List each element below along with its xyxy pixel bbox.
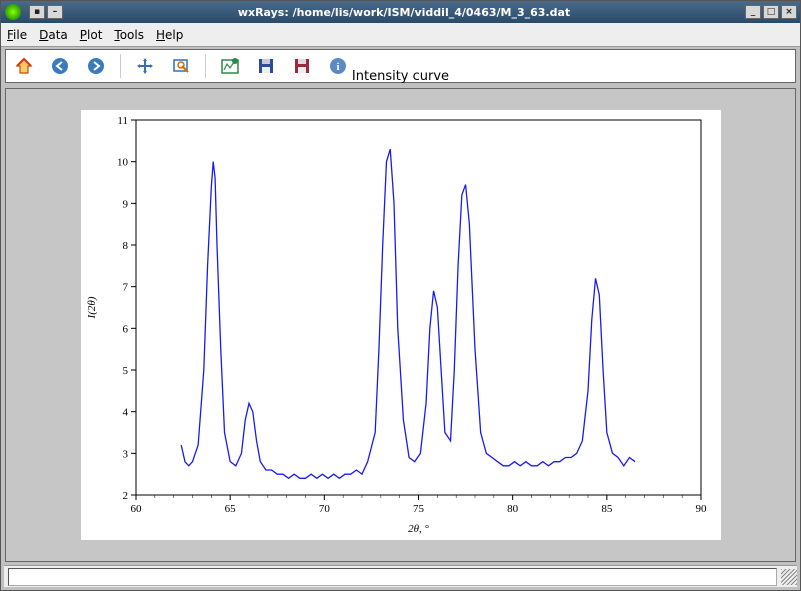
svg-text:4: 4 bbox=[122, 407, 128, 419]
svg-text:60: 60 bbox=[130, 503, 142, 515]
titlebar: ▪ – wxRays: /home/lis/work/ISM/viddil_4/… bbox=[1, 1, 800, 23]
menu-help[interactable]: Help bbox=[156, 28, 183, 42]
chart-svg[interactable]: 60 65 70 75 80 85 90 2 3 4 5 6 7 8 9 10 11 2θ, ° I(2θ) bbox=[81, 110, 721, 540]
plot-area: Intensity curve 606570758085902345678910… bbox=[5, 88, 796, 562]
svg-text:90: 90 bbox=[695, 503, 707, 515]
app-icon bbox=[5, 4, 21, 20]
svg-text:2θ, °: 2θ, ° bbox=[408, 523, 429, 535]
svg-text:2: 2 bbox=[122, 490, 128, 502]
svg-text:6: 6 bbox=[122, 323, 128, 335]
minimize-button[interactable]: _ bbox=[745, 5, 761, 19]
statusbar bbox=[4, 565, 797, 587]
svg-text:7: 7 bbox=[122, 282, 128, 294]
menubar: File Data Plot Tools Help bbox=[1, 23, 800, 47]
wm-shade-button[interactable]: – bbox=[47, 5, 63, 19]
svg-text:65: 65 bbox=[224, 503, 236, 515]
svg-text:80: 80 bbox=[507, 503, 518, 515]
chart-title: Intensity curve bbox=[6, 69, 795, 84]
svg-text:11: 11 bbox=[117, 115, 128, 127]
menu-plot[interactable]: Plot bbox=[80, 28, 103, 42]
svg-text:85: 85 bbox=[601, 503, 613, 515]
svg-text:I(2θ): I(2θ) bbox=[86, 296, 98, 319]
resize-grip[interactable] bbox=[781, 569, 797, 585]
wm-sticky-button[interactable]: ▪ bbox=[29, 5, 45, 19]
maximize-button[interactable]: □ bbox=[763, 5, 779, 19]
svg-text:8: 8 bbox=[122, 240, 128, 252]
chart-container[interactable]: 60 65 70 75 80 85 90 2 3 4 5 6 7 8 9 10 11 2θ, ° I(2θ) bbox=[81, 110, 721, 540]
svg-text:10: 10 bbox=[117, 157, 129, 169]
window-title: wxRays: /home/lis/work/ISM/viddil_4/0463… bbox=[63, 6, 745, 19]
status-field bbox=[8, 568, 777, 586]
svg-text:70: 70 bbox=[318, 503, 330, 515]
menu-tools[interactable]: Tools bbox=[114, 28, 144, 42]
svg-text:3: 3 bbox=[122, 448, 128, 460]
svg-text:9: 9 bbox=[122, 198, 128, 210]
svg-text:75: 75 bbox=[413, 503, 425, 515]
svg-text:5: 5 bbox=[122, 365, 128, 377]
menu-data[interactable]: Data bbox=[39, 28, 68, 42]
menu-file[interactable]: File bbox=[7, 28, 27, 42]
close-button[interactable]: × bbox=[781, 5, 797, 19]
